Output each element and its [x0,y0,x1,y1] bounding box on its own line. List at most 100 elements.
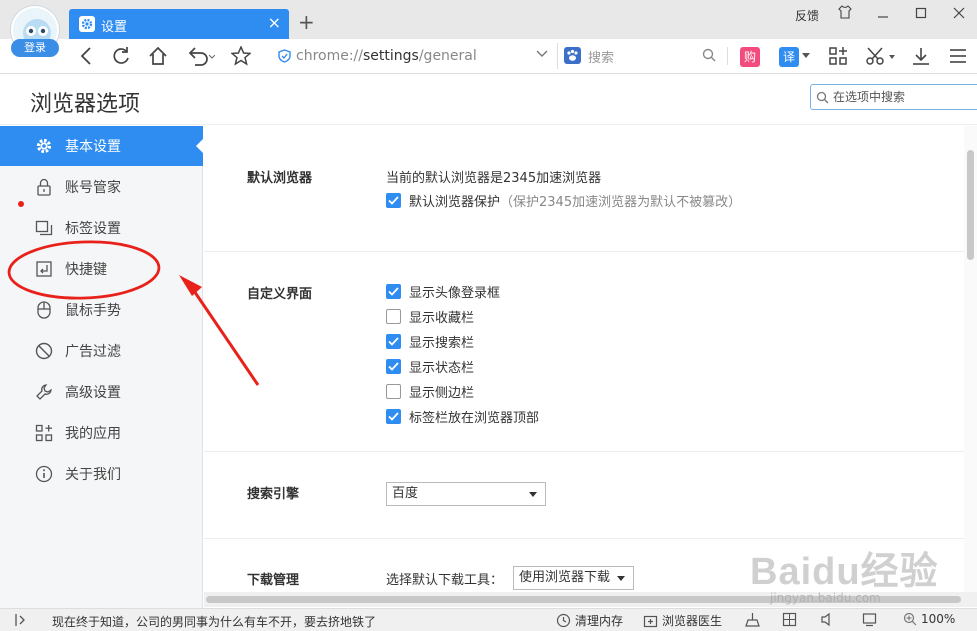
sidebar-item-label: 鼠标手势 [65,303,121,319]
download-tool-label: 选择默认下载工具： [386,573,504,588]
title-bar: 设置 × + 反馈 [0,0,977,39]
search-bar[interactable]: 搜索 [557,43,722,69]
sidebar-item-about[interactable]: 关于我们 [0,454,203,494]
shortcut-icon [35,260,53,278]
back-icon[interactable] [76,44,96,68]
translate-icon[interactable]: 译 [779,47,799,67]
sidebar-item-mouse[interactable]: 鼠标手势 [0,290,203,330]
option-show-statusbar[interactable]: 显示状态栏 [386,357,474,376]
search-icon [816,91,829,104]
section-default-browser: 默认浏览器 当前的默认浏览器是2345加速浏览器 默认浏览器保护 （保护2345加… [204,126,964,252]
option-show-searchbar[interactable]: 显示搜索栏 [386,332,474,351]
search-engine-select[interactable]: 百度 [386,482,546,506]
sidebar-item-label: 基本设置 [65,139,121,155]
new-tab-button[interactable]: + [298,12,315,32]
toolbar-divider [727,47,728,65]
checkbox-unchecked-icon[interactable] [386,384,401,399]
tab-settings[interactable]: 设置 × [69,9,289,39]
block-icon [35,342,53,360]
sidebar-item-tabs[interactable]: 标签设置 [0,208,203,248]
gear-icon [35,137,53,155]
sidebar-item-label: 快捷键 [65,262,107,278]
checkbox-checked-icon[interactable] [386,409,401,424]
section-download: 下载管理 选择默认下载工具： 使用浏览器下载 [204,539,964,592]
checkbox-checked-icon[interactable] [386,359,401,374]
apps-icon[interactable] [826,44,850,68]
section-title: 自定义界面 [247,287,313,302]
skin-icon[interactable] [830,3,860,27]
checkbox-checked-icon[interactable] [386,193,401,208]
page-title: 浏览器选项 [30,92,141,117]
tab-title: 设置 [101,20,128,35]
checkbox-unchecked-icon[interactable] [386,309,401,324]
shield-icon [278,49,291,67]
settings-search-input[interactable] [833,88,973,106]
sidebar-item-basic[interactable]: 基本设置 [0,126,203,166]
sidebar-item-account[interactable]: 账号管家 [0,167,203,207]
gear-icon [79,16,95,32]
browser-doctor-button[interactable]: 浏览器医生 [643,612,722,629]
default-browser-status: 当前的默认浏览器是2345加速浏览器 [386,171,602,186]
search-engine-icon[interactable] [564,47,581,64]
undo-close-icon[interactable] [183,44,219,68]
zoom-icon [903,612,917,626]
scrollbar-thumb[interactable] [967,150,974,260]
sidebar-item-shortcuts[interactable]: 快捷键 [0,249,203,289]
mouse-icon [35,301,53,319]
sidebar-item-advanced[interactable]: 高级设置 [0,372,203,412]
login-button[interactable]: 登录 [11,39,59,57]
option-show-sidebar[interactable]: 显示侧边栏 [386,382,474,401]
wrench-icon [35,383,53,401]
volume-icon[interactable] [820,612,835,630]
clean-memory-button[interactable]: 清理内存 [556,612,623,629]
sidebar-item-label: 高级设置 [65,385,121,401]
scrollbar-thumb[interactable] [206,596,961,603]
maximize-icon[interactable] [906,3,936,27]
checkbox-checked-icon[interactable] [386,334,401,349]
search-icon[interactable] [702,48,716,66]
news-ticker[interactable]: 现在终于知道，公司的男同事为什么有车不开，要去挤地铁了 [52,613,376,630]
download-tool-select[interactable]: 使用浏览器下载 [513,566,634,590]
close-window-icon[interactable] [944,3,974,27]
shopping-icon[interactable]: 购 [740,47,760,67]
sidebar-item-label: 我的应用 [65,426,121,442]
feedback-link[interactable]: 反馈 [795,7,819,24]
url-text[interactable]: chrome://settings/general [296,48,477,64]
horizontal-scrollbar[interactable] [204,592,977,607]
translate-dropdown-icon[interactable] [801,44,811,68]
grid-icon[interactable] [782,612,797,630]
sidebar-toggle-icon[interactable] [14,613,28,630]
vertical-scrollbar[interactable] [964,126,977,592]
default-browser-protect-checkbox[interactable]: 默认浏览器保护 （保护2345加速浏览器为默认不被篡改） [386,191,741,210]
star-icon[interactable] [229,44,253,68]
zoom-control[interactable]: 100% [903,612,955,626]
close-tab-icon[interactable]: × [268,14,281,32]
option-show-favorites[interactable]: 显示收藏栏 [386,307,474,326]
dropdown-arrow-icon [529,492,537,497]
chevron-down-icon[interactable] [535,46,549,64]
checkbox-checked-icon[interactable] [386,284,401,299]
clock-icon [556,613,571,628]
screen-icon[interactable] [862,612,877,630]
minimize-icon[interactable] [868,3,898,27]
option-show-avatar[interactable]: 显示头像登录框 [386,282,500,301]
section-search-engine: 搜索引擎 百度 [204,452,964,539]
sidebar-item-adblock[interactable]: 广告过滤 [0,331,203,371]
info-icon [35,465,53,483]
download-icon[interactable] [909,44,933,68]
refresh-icon[interactable] [108,44,134,68]
option-tabs-on-top[interactable]: 标签栏放在浏览器顶部 [386,407,539,426]
menu-icon[interactable] [946,44,970,68]
screenshot-icon[interactable] [862,44,898,68]
section-custom-ui: 自定义界面 显示头像登录框 显示收藏栏 显示搜索栏 显示状态栏 显示侧边栏 标签… [204,252,964,452]
address-bar[interactable]: chrome://settings/general [270,43,555,69]
sidebar-item-label: 关于我们 [65,467,121,483]
home-icon[interactable] [145,44,171,68]
sidebar-item-label: 标签设置 [65,221,121,237]
settings-content: 默认浏览器 当前的默认浏览器是2345加速浏览器 默认浏览器保护 （保护2345加… [204,126,964,592]
broom-icon[interactable] [745,612,760,630]
sidebar-item-apps[interactable]: 我的应用 [0,413,203,453]
search-placeholder: 搜索 [588,51,615,66]
settings-search-box[interactable] [810,84,977,110]
settings-header: 浏览器选项 [0,75,977,125]
